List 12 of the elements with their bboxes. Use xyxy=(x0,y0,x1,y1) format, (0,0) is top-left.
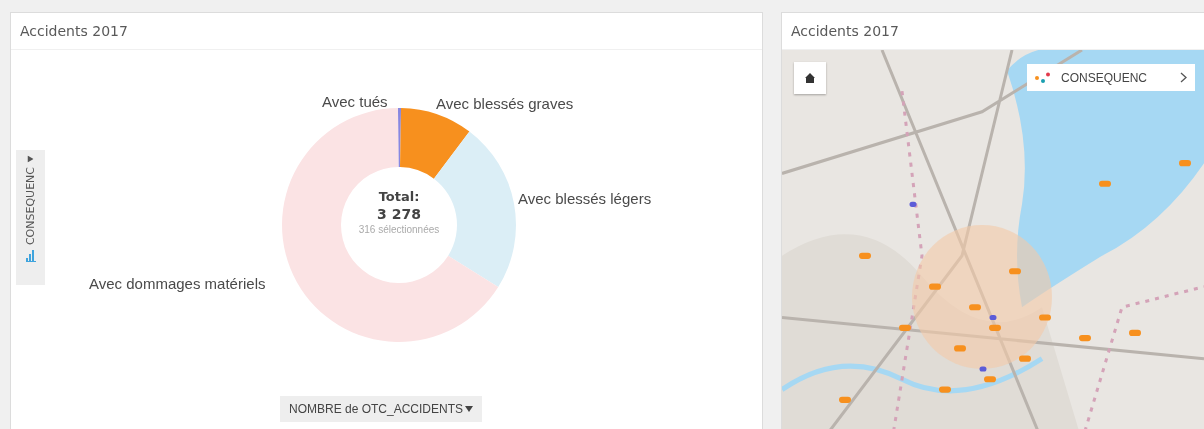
slice-label: Avec tués xyxy=(322,93,388,110)
total-label: Total: xyxy=(378,189,420,204)
slice-label: Avec blessés légers xyxy=(518,190,652,207)
slice-label: Avec dommages matériels xyxy=(89,275,266,292)
total-value: 3 278 xyxy=(377,206,421,222)
selection-count: 316 sélectionnées xyxy=(358,224,440,235)
card-title: Accidents 2017 xyxy=(20,23,128,39)
slice-label: Avec blessés graves xyxy=(436,95,574,112)
legend-button[interactable]: CONSEQUENC xyxy=(1027,64,1195,91)
card-title: Accidents 2017 xyxy=(791,23,899,39)
field-tab[interactable]: CONSEQUENC xyxy=(16,150,45,285)
measure-dropdown[interactable]: NOMBRE de OTC_ACCIDENTS xyxy=(280,396,483,422)
